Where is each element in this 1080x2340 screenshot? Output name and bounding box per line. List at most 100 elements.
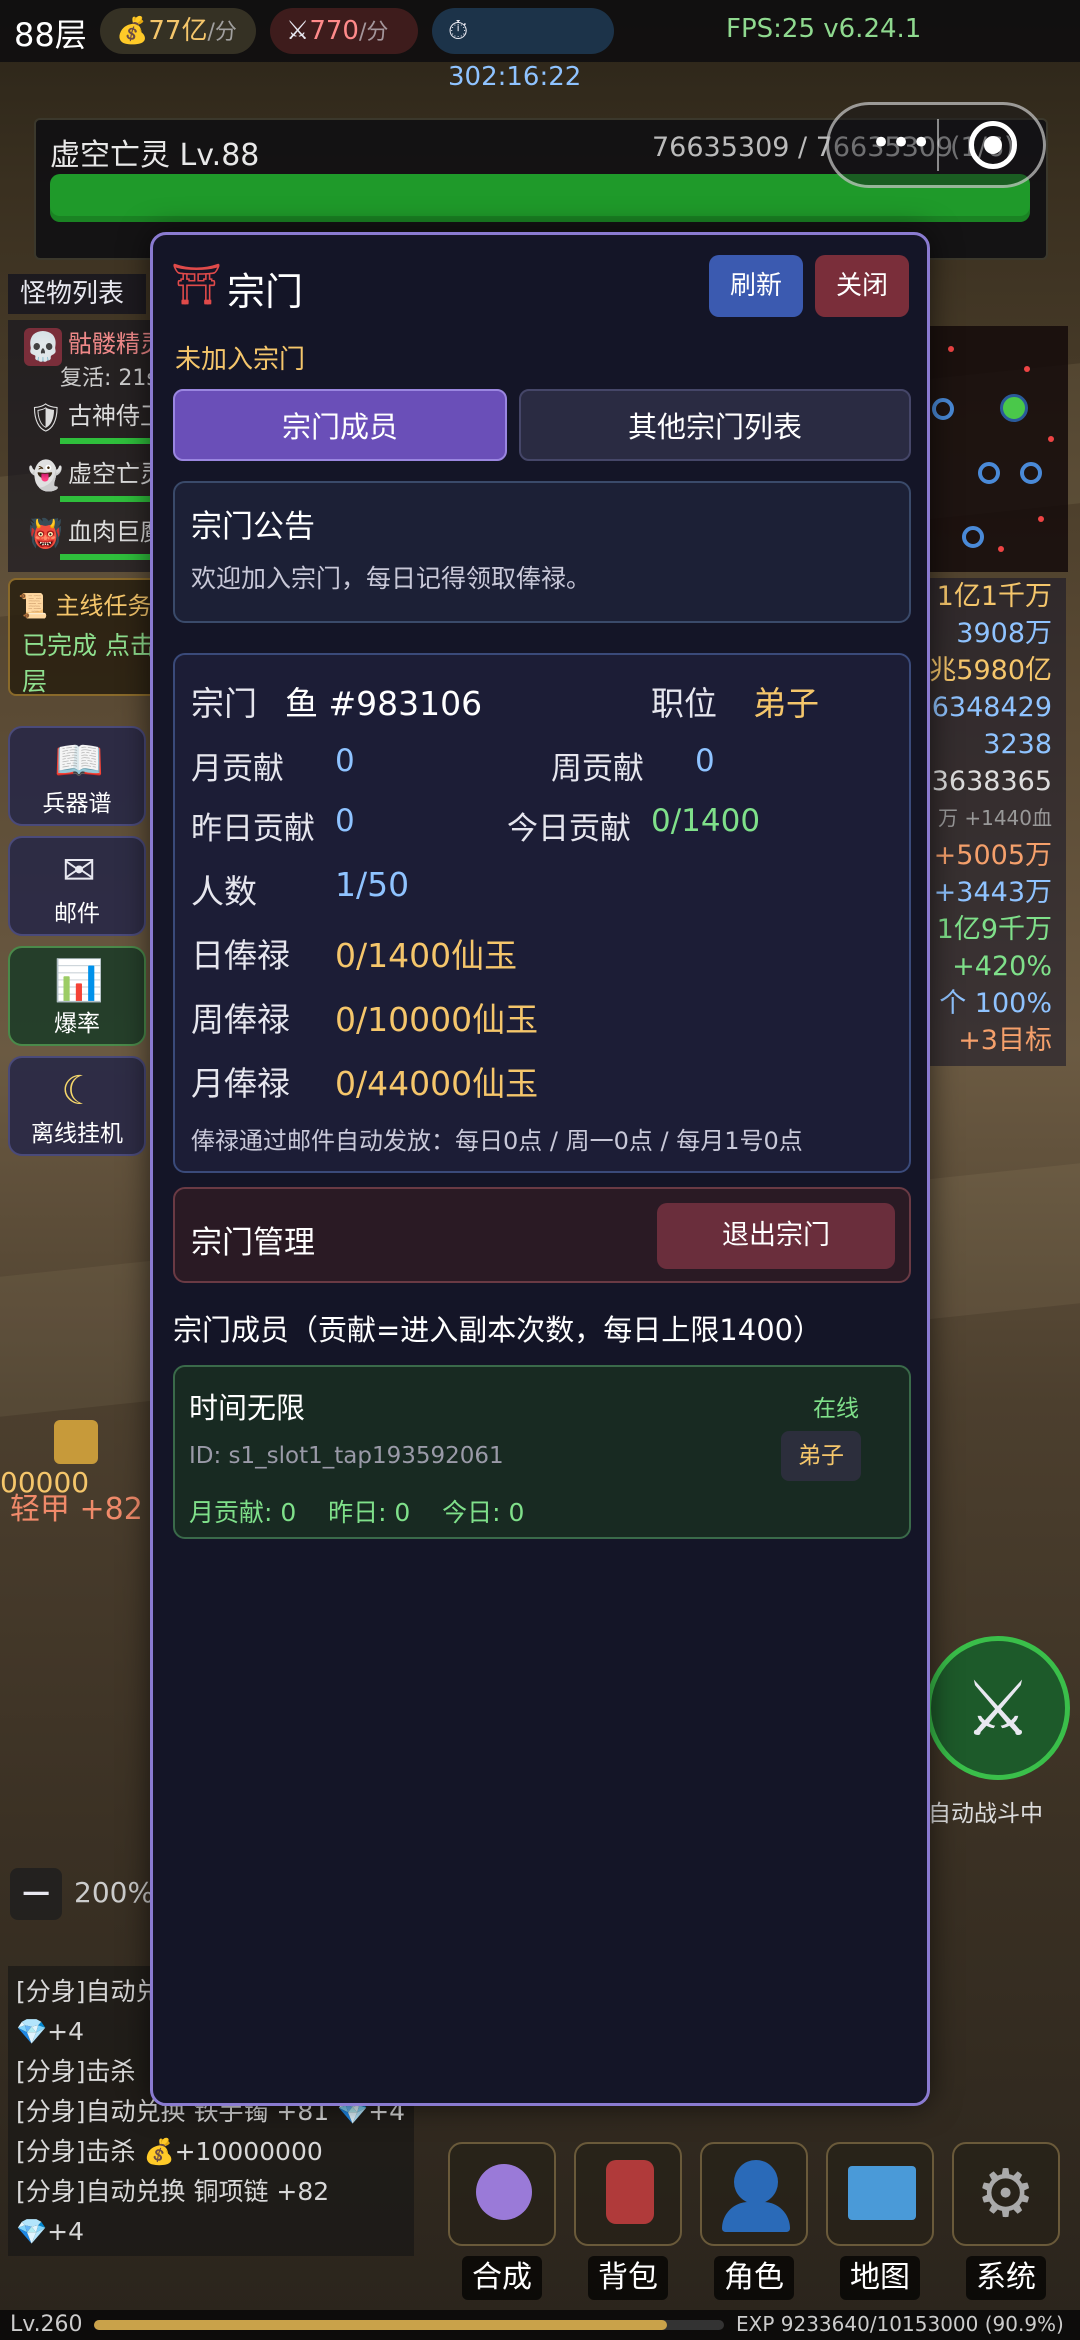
members-header: 宗门成员（贡献=进入副本次数，每日上限1400） (173, 1313, 823, 1347)
ogre-icon: 👹 (28, 517, 63, 550)
weekly-salary-label: 周俸禄 (191, 1000, 290, 1039)
member-id: ID: s1_slot1_tap193592061 (189, 1443, 504, 1469)
stat-value: 3238 (983, 729, 1052, 760)
sect-name: 鱼 #983106 (285, 684, 483, 723)
exp-text: EXP 9233640/10153000 (90.9%) (736, 2312, 1064, 2336)
player-marker (1000, 394, 1028, 422)
auto-battle-label: 自动战斗中 (928, 1801, 1043, 1827)
mini-program-capsule[interactable]: ••• (826, 102, 1046, 188)
modal-title: 宗门 (227, 270, 304, 314)
close-button[interactable]: 关闭 (815, 255, 909, 317)
weapon-book-button[interactable]: 📖 兵器谱 (8, 726, 146, 826)
nav-label[interactable]: 地图 (840, 2256, 920, 2300)
enemy-dot (1048, 436, 1054, 442)
minimap[interactable] (928, 326, 1068, 572)
monster-list-title[interactable]: 怪物列表 (8, 274, 146, 314)
member-stats: 月贡献: 0 昨日: 0 今日: 0 (189, 1498, 525, 1527)
mail-icon: ✉ (62, 848, 96, 894)
notice-title: 宗门公告 (191, 509, 315, 545)
ally-marker (1020, 462, 1042, 484)
capsule-divider (937, 119, 939, 171)
member-name: 时间无限 (189, 1391, 306, 1425)
weekly-contrib-label: 周贡献 (551, 751, 644, 787)
torii-gate-icon: ⛩ (171, 262, 222, 308)
offline-idle-button[interactable]: ☾ 离线挂机 (8, 1056, 146, 1156)
notice-card: 宗门公告 欢迎加入宗门，每日记得领取俸禄。 (173, 481, 911, 623)
nav-label[interactable]: 合成 (462, 2256, 542, 2300)
nav-system-button[interactable]: ⚙ (952, 2142, 1060, 2246)
nav-character-button[interactable] (700, 2142, 808, 2246)
stat-value: 3638365 (931, 766, 1052, 797)
stat-value: 兆5980亿 (929, 655, 1052, 686)
stat-value: 万 +1440血 (937, 806, 1052, 830)
shield-icon: 🛡 (28, 401, 64, 434)
crossed-swords-icon: ⚔ (963, 1664, 1033, 1753)
manage-title: 宗门管理 (191, 1225, 315, 1261)
attack-rate-pill: ⚔770/分 (270, 8, 418, 54)
quest-line2: 层 (22, 667, 48, 696)
moon-icon: ☾ (61, 1068, 97, 1114)
more-dots-icon[interactable]: ••• (871, 123, 931, 163)
fps-version: FPS:25 v6.24.1 (726, 14, 922, 44)
boss-name: 虚空亡灵 Lv.88 (50, 138, 260, 173)
refresh-button[interactable]: 刷新 (709, 255, 803, 317)
notice-text: 欢迎加入宗门，每日记得领取俸禄。 (191, 564, 592, 593)
tab-sect-members[interactable]: 宗门成员 (173, 389, 507, 461)
gear-icon: ⚙ (976, 2155, 1036, 2232)
zoom-out-button[interactable]: − (10, 1868, 62, 1920)
sect-modal: ⛩ 宗门 刷新 关闭 未加入宗门 宗门成员 其他宗门列表 宗门公告 欢迎加入宗门… (150, 232, 930, 2106)
stat-value: +5005万 (933, 840, 1052, 871)
book-icon: 📖 (54, 738, 104, 784)
backpack-icon (606, 2160, 654, 2224)
monthly-salary-label: 月俸禄 (191, 1064, 290, 1103)
stopwatch-icon: ⏱ (448, 16, 469, 46)
stat-value: 6348429 (931, 692, 1052, 723)
nav-craft-button[interactable] (448, 2142, 556, 2246)
stat-value: 1亿9千万 (936, 914, 1052, 945)
nav-map-button[interactable] (826, 2142, 934, 2246)
sect-label: 宗门 (191, 684, 257, 723)
stat-value: +3443万 (933, 877, 1052, 908)
monthly-salary-value: 0/44000仙玉 (335, 1064, 539, 1103)
weekly-contrib-value: 0 (695, 743, 715, 779)
monthly-contrib-value: 0 (335, 743, 355, 779)
weekly-salary-value: 0/10000仙玉 (335, 1000, 539, 1039)
close-target-icon[interactable] (969, 121, 1017, 169)
respawn-timer: 复活: 21s (60, 366, 158, 391)
nav-bag-button[interactable] (574, 2142, 682, 2246)
monster-hp-bar (60, 496, 156, 502)
yesterday-contrib-value: 0 (335, 803, 355, 839)
main-quest-panel[interactable]: 📜 主线任务 已完成 点击 层 (8, 578, 158, 696)
stat-value: +420% (952, 951, 1052, 982)
sect-info-card: 宗门 鱼 #983106 职位 弟子 月贡献 0 周贡献 0 昨日贡献 0 今日… (173, 653, 911, 1173)
quest-line1: 已完成 点击 (22, 631, 155, 660)
sect-manage-card: 宗门管理 退出宗门 (173, 1187, 911, 1283)
stat-value: 1亿1千万 (936, 581, 1052, 612)
mail-button[interactable]: ✉ 邮件 (8, 836, 146, 936)
map-icon (848, 2166, 916, 2220)
ally-marker (962, 526, 984, 548)
character-icon (734, 2160, 778, 2204)
enemy-dot (1024, 366, 1030, 372)
nav-label[interactable]: 角色 (714, 2256, 794, 2300)
member-card[interactable]: 时间无限 在线 ID: s1_slot1_tap193592061 弟子 月贡献… (173, 1365, 911, 1539)
auto-battle-button[interactable]: ⚔ (926, 1636, 1070, 1780)
log-line: [分身]击杀 💰+10000000 (16, 2137, 323, 2166)
monster-hp-bar (60, 438, 156, 444)
tab-other-sects[interactable]: 其他宗门列表 (519, 389, 911, 461)
log-line: 💎+4 (16, 2217, 84, 2246)
nav-label[interactable]: 系统 (966, 2256, 1046, 2300)
orb-icon (476, 2164, 532, 2220)
drop-rate-button[interactable]: 📊 爆率 (8, 946, 146, 1046)
leave-sect-button[interactable]: 退出宗门 (657, 1203, 895, 1269)
member-count-label: 人数 (191, 872, 257, 911)
position-label: 职位 (651, 684, 717, 723)
daily-salary-value: 0/1400仙玉 (335, 936, 518, 975)
monthly-contrib-label: 月贡献 (191, 751, 284, 787)
money-bag-icon: 💰 (116, 16, 149, 46)
nav-label[interactable]: 背包 (588, 2256, 668, 2300)
stats-panel: 1亿1千万 3908万 兆5980亿 6348429 3238 3638365 … (928, 578, 1066, 1066)
stat-value: 个 100% (939, 988, 1052, 1019)
monster-list: 💀 骷髅精灵 复活: 21s 🛡 古神侍卫 👻 虚空亡灵 👹 血肉巨魔 (8, 320, 164, 572)
timer-pill: ⏱302:16:22 (432, 8, 614, 92)
